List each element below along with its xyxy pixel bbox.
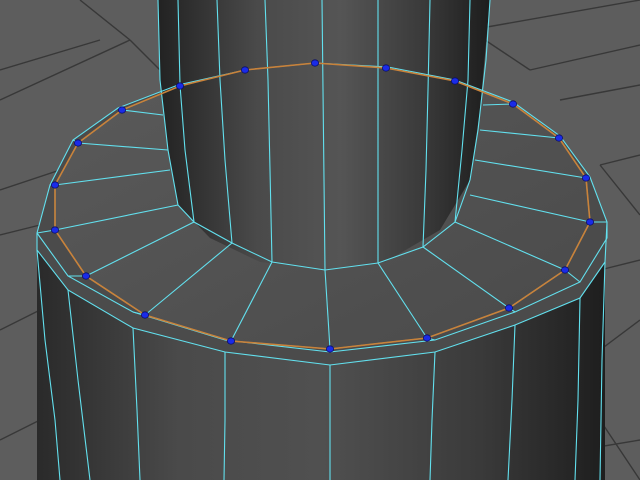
vertex-4[interactable] (175, 82, 184, 90)
vertex-15[interactable] (422, 334, 431, 342)
vertex-11[interactable] (582, 174, 591, 182)
vertex-0[interactable] (51, 226, 60, 234)
vertex-5[interactable] (240, 66, 249, 74)
vertex-17[interactable] (226, 337, 235, 345)
vertex-3[interactable] (118, 106, 127, 114)
vertex-14[interactable] (504, 304, 513, 312)
vertex-2[interactable] (74, 139, 83, 147)
vertex-10[interactable] (555, 134, 564, 142)
vertex-7[interactable] (381, 64, 390, 72)
vertex-19[interactable] (82, 272, 91, 280)
vertex-12[interactable] (586, 218, 595, 226)
vertex-16[interactable] (325, 345, 334, 353)
vertex-1[interactable] (51, 181, 60, 189)
viewport-canvas[interactable] (0, 0, 640, 480)
vertex-9[interactable] (508, 100, 517, 108)
vertex-13[interactable] (561, 266, 570, 274)
vertex-6[interactable] (310, 59, 319, 67)
3d-viewport[interactable] (0, 0, 640, 480)
vertex-18[interactable] (140, 311, 149, 319)
vertex-8[interactable] (450, 77, 459, 85)
